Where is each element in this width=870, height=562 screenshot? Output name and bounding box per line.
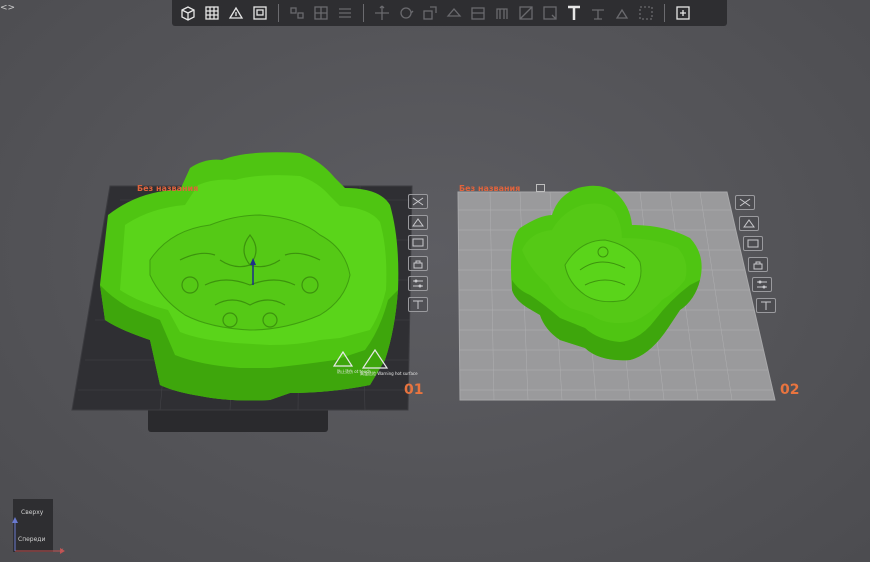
lock-plate-icon[interactable] bbox=[747, 256, 768, 272]
axis-gizmo bbox=[12, 517, 65, 554]
plate-settings-icon[interactable] bbox=[751, 277, 772, 292]
plate-01-title[interactable]: Без названия bbox=[137, 184, 198, 193]
delete-plate-icon[interactable] bbox=[408, 194, 428, 209]
3d-viewport[interactable]: 防止烫伤 ot touch 高温危险 Warning hot surface bbox=[0, 0, 870, 562]
arrange-plate-icon[interactable] bbox=[408, 235, 428, 250]
axis-x-label: x bbox=[60, 547, 64, 554]
plate-01[interactable]: 防止烫伤 ot touch 高温危险 Warning hot surface bbox=[71, 152, 418, 432]
plate-02-number: 02 bbox=[780, 382, 800, 398]
plate-02-title[interactable]: Без названия bbox=[459, 184, 520, 193]
warning-right-text: 高温危险 Warning hot surface bbox=[360, 370, 418, 376]
plate-settings-icon[interactable] bbox=[408, 276, 428, 291]
delete-plate-icon[interactable] bbox=[735, 195, 755, 210]
plate-02[interactable] bbox=[457, 185, 776, 401]
plate-01-number: 01 bbox=[404, 382, 424, 398]
orient-plate-icon[interactable] bbox=[408, 214, 428, 230]
edit-name-icon[interactable] bbox=[536, 184, 545, 192]
arrange-plate-icon[interactable] bbox=[743, 236, 764, 251]
orient-plate-icon[interactable] bbox=[739, 215, 760, 231]
plate-slice-icon[interactable] bbox=[408, 296, 428, 312]
plate-slice-icon[interactable] bbox=[756, 297, 776, 313]
lock-plate-icon[interactable] bbox=[408, 255, 428, 271]
